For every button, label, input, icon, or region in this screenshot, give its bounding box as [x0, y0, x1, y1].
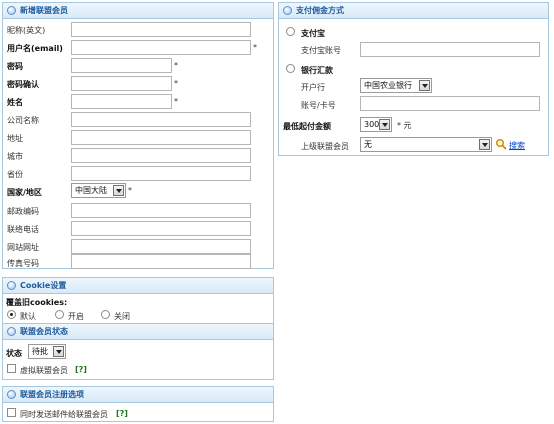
- password-label: 密码: [7, 62, 23, 71]
- virtual-member-label: 虚拟联盟会员: [20, 366, 68, 375]
- phone-label: 联络电话: [7, 225, 39, 234]
- account-input[interactable]: [360, 96, 540, 111]
- bank-name-value: 中国农业银行: [364, 81, 412, 90]
- nickname-input[interactable]: [71, 22, 251, 37]
- cookie-on-radio[interactable]: [55, 310, 64, 319]
- country-value: 中国大陆: [75, 186, 107, 195]
- status-select[interactable]: 待批: [28, 344, 66, 359]
- chevron-down-icon[interactable]: [419, 80, 430, 91]
- country-select[interactable]: 中国大陆: [71, 183, 126, 198]
- panel-bullet-icon: [283, 6, 292, 15]
- cookie-option-label: 默认: [20, 312, 36, 321]
- fax-label: 传真号码: [7, 259, 39, 268]
- panel-title: Cookie设置: [20, 281, 67, 290]
- address-input[interactable]: [71, 130, 251, 145]
- new-member-header: 新增联盟会员: [3, 3, 273, 19]
- payment-panel: 支付佣金方式 支付宝 支付宝账号 银行汇款 开户行 中国农业银行 账号/卡号 最…: [278, 2, 549, 156]
- panel-title: 新增联盟会员: [20, 6, 68, 15]
- name-input[interactable]: [71, 94, 172, 109]
- parent-member-value: 无: [364, 140, 372, 149]
- register-panel: 联盟会员注册选项 同时发送邮件给联盟会员 [?]: [2, 386, 274, 422]
- nickname-label: 昵称(英文): [7, 26, 46, 35]
- company-input[interactable]: [71, 112, 251, 127]
- postcode-input[interactable]: [71, 203, 251, 218]
- cookie-option-label: 关闭: [114, 312, 130, 321]
- cookie-off-radio[interactable]: [101, 310, 110, 319]
- city-input[interactable]: [71, 148, 251, 163]
- status-panel: 联盟会员状态 状态 待批 虚拟联盟会员 [?]: [2, 323, 274, 380]
- bank-name-label: 开户行: [301, 83, 325, 92]
- username-input[interactable]: [71, 40, 251, 55]
- status-value: 待批: [32, 347, 48, 356]
- required-mark: *: [174, 79, 178, 88]
- bank-radio[interactable]: [286, 64, 295, 73]
- panel-title: 联盟会员状态: [20, 327, 68, 336]
- password-confirm-label: 密码确认: [7, 80, 39, 89]
- parent-member-select[interactable]: 无: [360, 137, 492, 152]
- cookie-panel: Cookie设置 覆盖旧cookies: 默认 开启 关闭: [2, 277, 274, 324]
- website-input[interactable]: [71, 239, 251, 254]
- send-email-help-link[interactable]: [?]: [116, 409, 128, 418]
- phone-input[interactable]: [71, 221, 251, 236]
- province-input[interactable]: [71, 166, 251, 181]
- chevron-down-icon[interactable]: [379, 119, 390, 130]
- panel-bullet-icon: [7, 390, 16, 399]
- address-label: 地址: [7, 134, 23, 143]
- alipay-label: 支付宝: [301, 29, 325, 38]
- required-mark: *: [174, 97, 178, 106]
- fax-input[interactable]: [71, 254, 251, 269]
- send-email-label: 同时发送邮件给联盟会员: [20, 410, 108, 419]
- panel-title: 支付佣金方式: [296, 6, 344, 15]
- new-member-panel: 新增联盟会员 昵称(英文) 用户名(email) * 密码 * 密码确认 * 姓…: [2, 2, 274, 269]
- min-amount-select[interactable]: 300: [360, 117, 392, 132]
- chevron-down-icon[interactable]: [113, 185, 124, 196]
- status-label: 状态: [6, 349, 22, 358]
- min-amount-label: 最低起付金额: [283, 122, 331, 131]
- city-label: 城市: [7, 152, 23, 161]
- alipay-account-label: 支付宝账号: [301, 46, 341, 55]
- required-mark: *: [253, 43, 257, 52]
- postcode-label: 邮政编码: [7, 207, 39, 216]
- send-email-checkbox[interactable]: [7, 408, 16, 417]
- province-label: 省份: [7, 170, 23, 179]
- search-link[interactable]: 搜索: [509, 140, 525, 151]
- bank-name-select[interactable]: 中国农业银行: [360, 78, 432, 93]
- search-icon[interactable]: [495, 138, 507, 150]
- parent-member-label: 上级联盟会员: [301, 142, 349, 151]
- panel-title: 联盟会员注册选项: [20, 390, 84, 399]
- virtual-member-help-link[interactable]: [?]: [75, 365, 87, 374]
- password-confirm-input[interactable]: [71, 76, 172, 91]
- status-header: 联盟会员状态: [3, 324, 273, 340]
- required-mark: *: [128, 186, 132, 195]
- virtual-member-checkbox[interactable]: [7, 364, 16, 373]
- cookie-option-label: 开启: [68, 312, 84, 321]
- panel-bullet-icon: [7, 281, 16, 290]
- name-label: 姓名: [7, 98, 23, 107]
- cookie-header: Cookie设置: [3, 278, 273, 294]
- chevron-down-icon[interactable]: [53, 346, 64, 357]
- register-header: 联盟会员注册选项: [3, 387, 273, 403]
- password-input[interactable]: [71, 58, 172, 73]
- username-label: 用户名(email): [7, 44, 63, 53]
- alipay-radio[interactable]: [286, 27, 295, 36]
- bank-label: 银行汇款: [301, 66, 333, 75]
- alipay-account-input[interactable]: [360, 42, 540, 57]
- min-amount-unit: * 元: [397, 121, 412, 130]
- chevron-down-icon[interactable]: [479, 139, 490, 150]
- payment-header: 支付佣金方式: [279, 3, 548, 19]
- company-label: 公司名称: [7, 116, 39, 125]
- panel-bullet-icon: [7, 6, 16, 15]
- account-label: 账号/卡号: [301, 101, 336, 110]
- cookie-override-label: 覆盖旧cookies:: [6, 298, 68, 307]
- website-label: 网站网址: [7, 243, 39, 252]
- min-amount-value: 300: [364, 120, 380, 129]
- required-mark: *: [174, 61, 178, 70]
- panel-bullet-icon: [7, 327, 16, 336]
- cookie-default-radio[interactable]: [7, 310, 16, 319]
- country-label: 国家/地区: [7, 188, 42, 197]
